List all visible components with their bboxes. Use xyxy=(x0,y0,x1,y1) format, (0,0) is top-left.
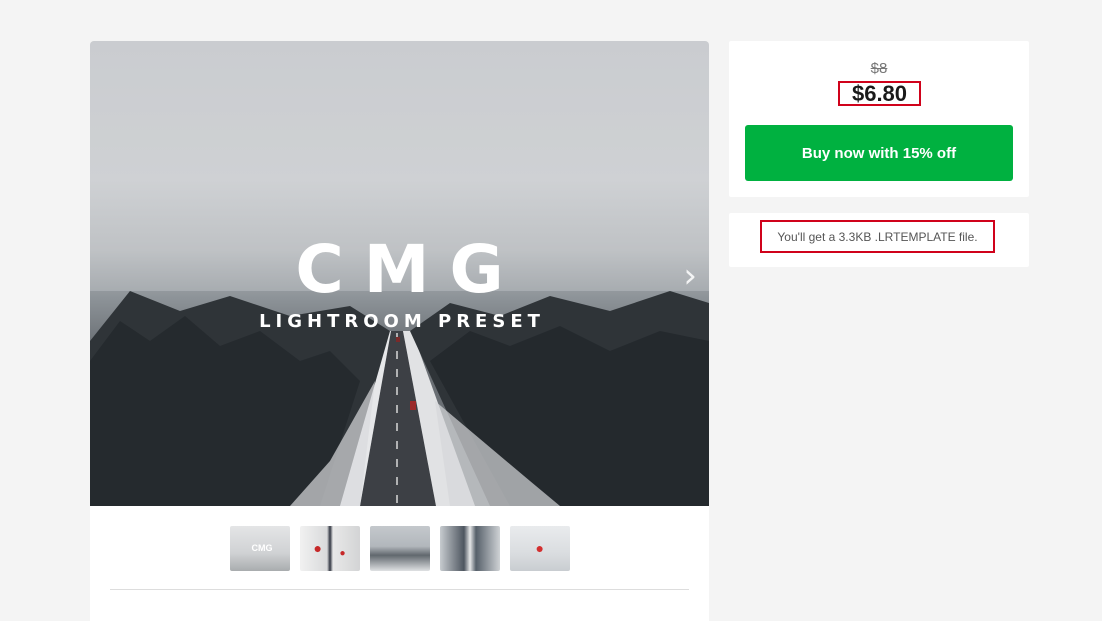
thumbnail-1[interactable]: CMG xyxy=(229,526,290,571)
product-hero-image: CMG LIGHTROOM PRESET › xyxy=(90,41,709,506)
thumbnail-strip: CMG ● ● ● xyxy=(90,526,709,571)
hero-title: CMG xyxy=(295,231,524,308)
old-price: $8 xyxy=(870,60,888,77)
thumbnail-4[interactable] xyxy=(439,526,500,571)
hero-subtitle: LIGHTROOM PRESET xyxy=(259,311,545,332)
file-info-card: You'll get a 3.3KB .LRTEMPLATE file. xyxy=(729,213,1029,267)
file-info-highlight: You'll get a 3.3KB .LRTEMPLATE file. xyxy=(760,220,995,253)
file-info-text: You'll get a 3.3KB .LRTEMPLATE file. xyxy=(777,229,978,244)
current-price: $6.80 xyxy=(851,80,908,106)
chevron-right-icon[interactable]: › xyxy=(683,259,697,293)
buy-now-button[interactable]: Buy now with 15% off xyxy=(745,125,1013,181)
current-price-highlight: $6.80 xyxy=(838,81,921,106)
price-card: $8 $6.80 Buy now with 15% off xyxy=(729,41,1029,197)
product-card: CMG LIGHTROOM PRESET › CMG ● ● ● xyxy=(90,41,709,621)
thumbnail-3[interactable] xyxy=(369,526,430,571)
thumbnail-2[interactable]: ● ● xyxy=(299,526,360,571)
divider xyxy=(110,589,689,590)
thumbnail-5[interactable]: ● xyxy=(509,526,570,571)
